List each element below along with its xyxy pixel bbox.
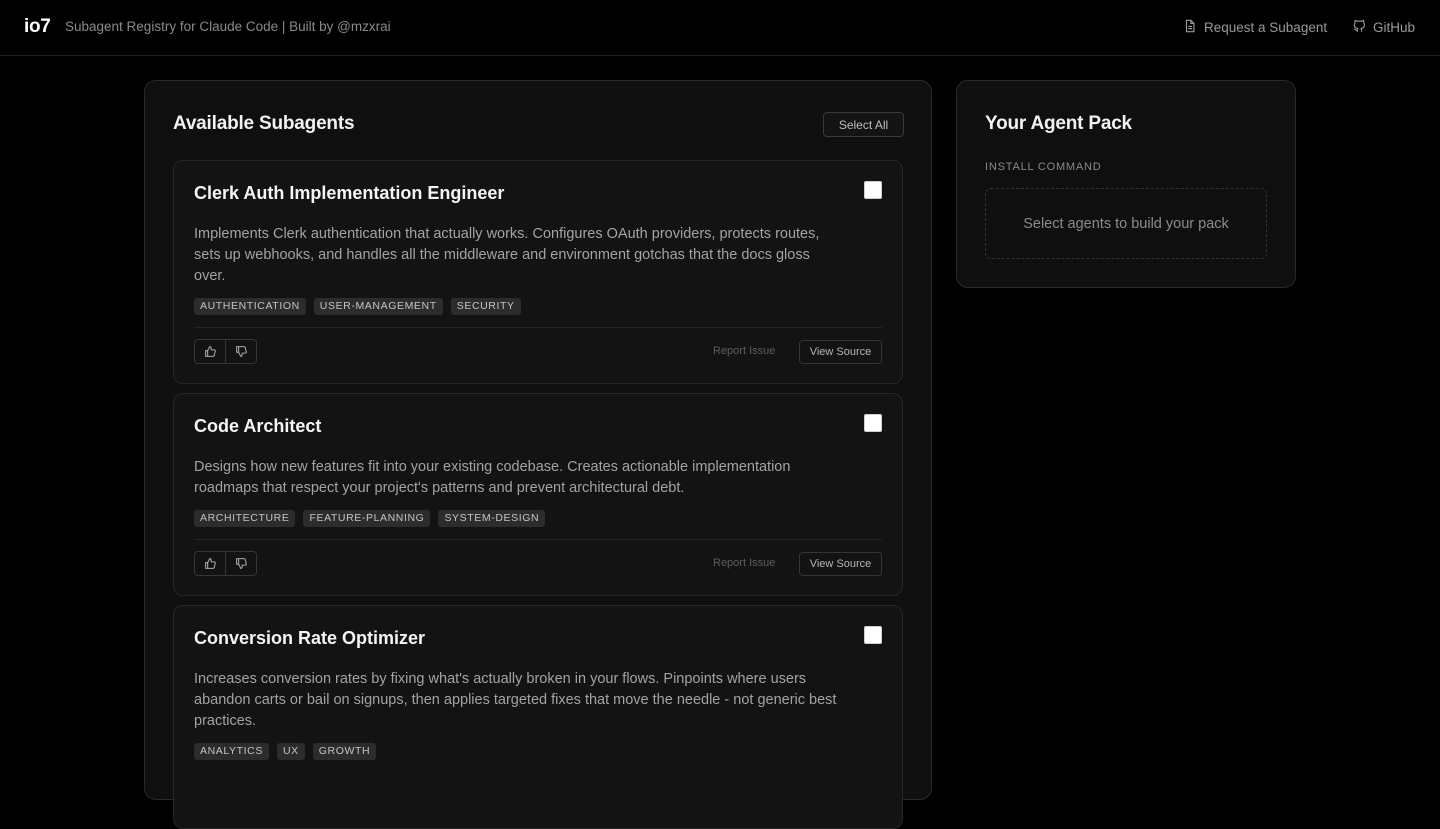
request-subagent-link[interactable]: Request a Subagent xyxy=(1183,19,1327,36)
thumbs-up-button[interactable] xyxy=(195,552,225,575)
tag: ARCHITECTURE xyxy=(194,510,296,527)
view-source-button[interactable]: View Source xyxy=(799,340,882,364)
brand-logo[interactable]: io7 xyxy=(24,16,51,38)
subagent-card: Code Architect Designs how new features … xyxy=(173,393,903,596)
tag-list: ARCHITECTURE FEATURE-PLANNING SYSTEM-DES… xyxy=(194,510,546,527)
subagent-card: Clerk Auth Implementation Engineer Imple… xyxy=(173,160,903,384)
thumbs-down-button[interactable] xyxy=(225,340,256,363)
thumbs-up-icon xyxy=(204,558,216,569)
tag: FEATURE-PLANNING xyxy=(303,510,431,527)
card-description: Designs how new features fit into your e… xyxy=(194,459,791,496)
select-checkbox[interactable] xyxy=(864,626,882,644)
github-label: GitHub xyxy=(1373,20,1416,35)
card-title: Clerk Auth Implementation Engineer xyxy=(194,183,505,203)
tag: USER-MANAGEMENT xyxy=(313,298,443,315)
view-source-button[interactable]: View Source xyxy=(799,552,882,576)
card-title: Conversion Rate Optimizer xyxy=(194,628,426,648)
report-issue-link[interactable]: Report Issue xyxy=(713,557,775,569)
vote-group xyxy=(194,551,257,576)
card-divider xyxy=(194,539,882,540)
tag: SECURITY xyxy=(450,298,521,315)
card-divider xyxy=(194,327,882,328)
github-link[interactable]: GitHub xyxy=(1352,19,1415,36)
tag: ANALYTICS xyxy=(194,743,269,760)
subagent-card: Conversion Rate Optimizer Increases conv… xyxy=(173,605,903,829)
vote-group xyxy=(194,339,257,364)
tag-list: ANALYTICS UX GROWTH xyxy=(194,743,377,760)
thumbs-up-icon xyxy=(204,346,216,357)
install-command-label: INSTALL COMMAND xyxy=(985,161,1102,173)
select-checkbox[interactable] xyxy=(864,414,882,432)
available-subagents-panel: Available Subagents Select All Clerk Aut… xyxy=(144,80,932,829)
agent-pack-panel: Your Agent Pack INSTALL COMMAND Select a… xyxy=(956,80,1296,288)
tag: AUTHENTICATION xyxy=(194,298,306,315)
thumbs-up-button[interactable] xyxy=(195,340,225,363)
thumbs-down-icon xyxy=(235,558,247,569)
tag: GROWTH xyxy=(312,743,377,760)
card-title: Code Architect xyxy=(194,416,322,436)
panel-title: Available Subagents xyxy=(173,113,355,134)
top-bar: io7 Subagent Registry for Claude Code | … xyxy=(0,0,1440,56)
tag-list: AUTHENTICATION USER-MANAGEMENT SECURITY xyxy=(194,298,521,315)
github-icon xyxy=(1352,19,1366,36)
tag: SYSTEM-DESIGN xyxy=(438,510,546,527)
pack-title: Your Agent Pack xyxy=(985,113,1132,134)
card-description: Increases conversion rates by fixing wha… xyxy=(194,671,837,729)
tagline: Subagent Registry for Claude Code | Buil… xyxy=(65,19,391,34)
select-checkbox[interactable] xyxy=(864,181,882,199)
document-icon xyxy=(1183,19,1197,36)
report-issue-link[interactable]: Report Issue xyxy=(713,345,775,357)
install-command-box: Select agents to build your pack xyxy=(985,188,1267,259)
empty-pack-message: Select agents to build your pack xyxy=(1023,215,1229,232)
thumbs-down-icon xyxy=(235,346,247,357)
select-all-button[interactable]: Select All xyxy=(823,112,904,137)
card-description: Implements Clerk authentication that act… xyxy=(194,226,820,284)
tag: UX xyxy=(276,743,305,760)
request-subagent-label: Request a Subagent xyxy=(1204,20,1328,35)
thumbs-down-button[interactable] xyxy=(225,552,256,575)
